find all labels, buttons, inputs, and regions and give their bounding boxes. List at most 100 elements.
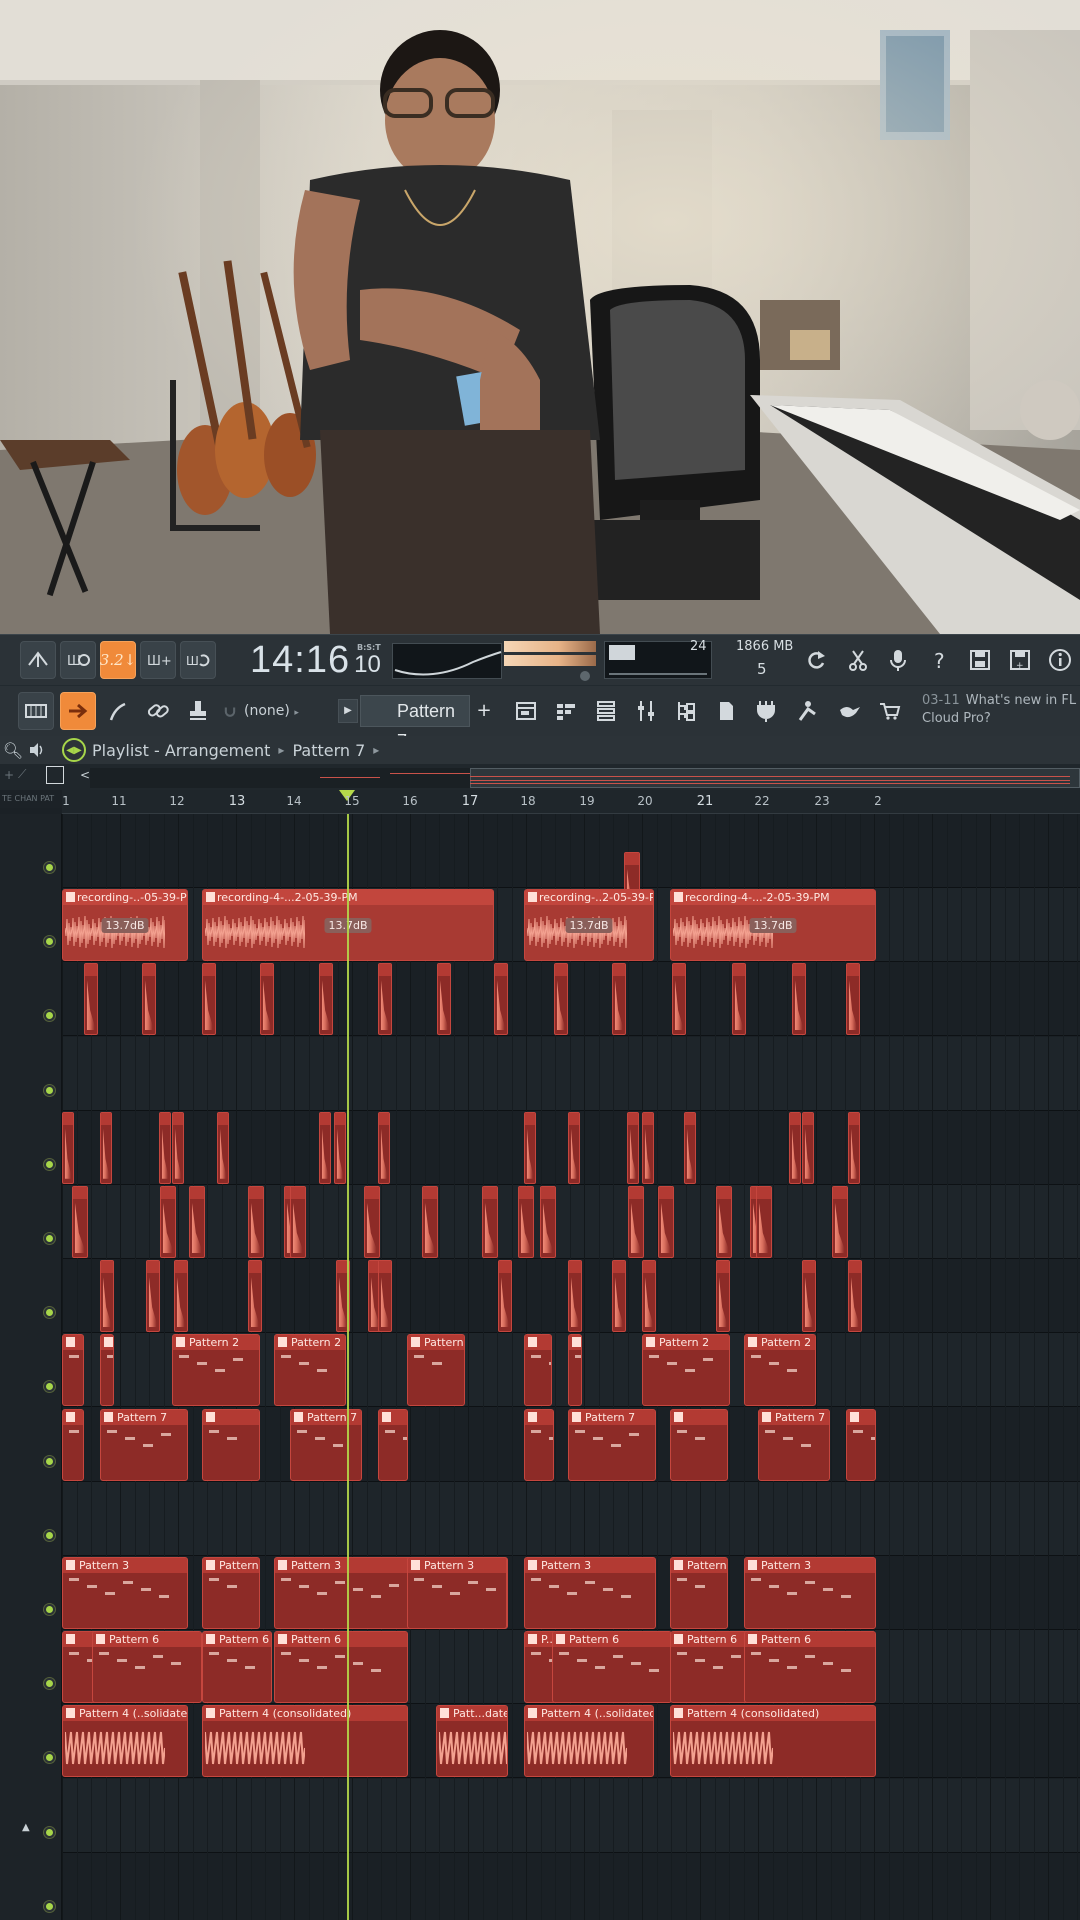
bar-number[interactable]: 1 — [62, 794, 70, 808]
clip-menu-icon[interactable] — [104, 1337, 113, 1348]
sample-clip[interactable] — [248, 1260, 262, 1333]
track-mute-led[interactable] — [44, 1529, 55, 1541]
bar-number[interactable]: 20 — [637, 794, 652, 808]
track-mute-led[interactable] — [44, 1604, 55, 1615]
pattern-clip[interactable]: Pattern 7 — [100, 1408, 188, 1481]
clip-menu-icon[interactable] — [206, 1634, 215, 1645]
sample-clip[interactable] — [334, 1111, 346, 1184]
track-mute-led[interactable] — [44, 1455, 55, 1467]
sample-clip[interactable] — [802, 1111, 814, 1184]
track-mute-led[interactable] — [44, 1084, 55, 1096]
sample-clip[interactable] — [672, 963, 686, 1036]
clip-menu-icon[interactable] — [528, 1634, 537, 1645]
sample-clip[interactable] — [100, 1260, 114, 1333]
sample-clip[interactable] — [642, 1111, 654, 1184]
bar-number[interactable]: 23 — [814, 794, 829, 808]
sample-clip[interactable] — [319, 1111, 331, 1184]
save-as-icon[interactable]: + — [1002, 641, 1038, 679]
clip-menu-icon[interactable] — [528, 1337, 537, 1348]
clip-menu-icon[interactable] — [528, 1708, 537, 1719]
sample-clip[interactable] — [260, 963, 274, 1036]
clip-menu-icon[interactable] — [66, 892, 75, 903]
pattern-clip[interactable]: Pattern 3 — [744, 1557, 876, 1629]
pattern-clip[interactable]: Pattern 6 — [744, 1631, 876, 1704]
sample-clip[interactable] — [498, 1260, 512, 1333]
sample-clip[interactable] — [189, 1186, 205, 1258]
sample-clip[interactable] — [627, 1111, 639, 1184]
clip-menu-icon[interactable] — [572, 1337, 581, 1348]
clip-menu-icon[interactable] — [556, 1634, 565, 1645]
step-edit-icon[interactable]: Ш+ — [140, 641, 176, 679]
piano-roll-icon[interactable] — [46, 766, 64, 784]
pattern-clip[interactable] — [568, 1334, 582, 1407]
pattern-clip[interactable]: Pattern 2 — [407, 1334, 465, 1407]
help-icon[interactable]: ? — [922, 641, 958, 679]
pattern-clip[interactable]: Pattern 6 — [670, 1631, 750, 1704]
clip-menu-icon[interactable] — [674, 1634, 683, 1645]
track-lane[interactable] — [62, 1481, 1080, 1556]
pattern-clip[interactable]: Pattern 4 (consolidated) — [670, 1705, 876, 1778]
track-mute-led[interactable] — [44, 1678, 55, 1690]
pattern-selector[interactable]: Pattern 7 — [360, 695, 470, 751]
clip-menu-icon[interactable] — [176, 1337, 185, 1348]
track-mute-led[interactable] — [44, 1752, 55, 1764]
clip-menu-icon[interactable] — [411, 1337, 420, 1348]
track-mute-led[interactable] — [44, 862, 55, 873]
clip-menu-icon[interactable] — [206, 892, 215, 903]
sample-clip[interactable] — [756, 1186, 772, 1258]
sample-clip[interactable] — [848, 1260, 862, 1333]
clip-menu-icon[interactable] — [748, 1560, 757, 1570]
playlist-play-icon[interactable]: ◀▶ — [62, 738, 86, 762]
sample-clip[interactable] — [248, 1186, 264, 1258]
sample-clip[interactable] — [422, 1186, 438, 1258]
sample-clip[interactable] — [72, 1186, 88, 1258]
sample-clip[interactable] — [378, 963, 392, 1036]
clip-menu-icon[interactable] — [440, 1708, 449, 1719]
bar-number[interactable]: 11 — [111, 794, 126, 808]
audio-clip[interactable]: recording-4-...-2-05-39-PM 13.7dB — [670, 889, 876, 962]
bar-number[interactable]: 19 — [579, 794, 594, 808]
link-icon[interactable] — [140, 692, 176, 730]
clip-menu-icon[interactable] — [104, 1411, 113, 1422]
pattern-clip[interactable] — [100, 1334, 114, 1407]
mixer-icon[interactable] — [628, 692, 664, 730]
clip-menu-icon[interactable] — [748, 1337, 757, 1348]
clip-menu-icon[interactable] — [66, 1634, 75, 1645]
pattern-clip[interactable] — [202, 1408, 260, 1481]
countdown-button[interactable]: 3.2↓ — [100, 641, 136, 679]
zoom-icon[interactable]: 🔍︎ — [2, 739, 24, 761]
track-lane[interactable] — [62, 1778, 1080, 1853]
collapse-arrow-icon[interactable]: < — [80, 768, 90, 782]
sample-clip[interactable] — [832, 1186, 848, 1258]
pattern-clip[interactable] — [524, 1334, 552, 1407]
pattern-clip[interactable] — [524, 1408, 554, 1481]
playlist-window-icon[interactable] — [508, 692, 544, 730]
pattern-clip[interactable] — [62, 1334, 84, 1407]
sample-clip[interactable] — [217, 1111, 229, 1184]
pattern-clip[interactable]: Pattern 3 — [524, 1557, 656, 1629]
clip-menu-icon[interactable] — [850, 1411, 859, 1422]
sample-clip[interactable] — [658, 1186, 674, 1258]
clip-menu-icon[interactable] — [674, 892, 683, 903]
track-mute-led[interactable] — [44, 1158, 55, 1170]
sample-clip[interactable] — [84, 963, 98, 1036]
pattern-clip[interactable]: Pattern 4 (consolidated) — [202, 1705, 408, 1778]
sample-clip[interactable] — [174, 1260, 188, 1333]
clip-menu-icon[interactable] — [748, 1634, 757, 1645]
bar-number[interactable]: 12 — [169, 794, 184, 808]
track-mute-led[interactable] — [44, 1307, 55, 1319]
sample-clip[interactable] — [612, 963, 626, 1036]
sample-clip[interactable] — [848, 1111, 860, 1184]
pattern-clip[interactable]: Pattern 2 — [642, 1334, 730, 1407]
track-mute-led[interactable] — [44, 1233, 55, 1244]
bar-number[interactable]: 16 — [402, 794, 417, 808]
bird-icon[interactable] — [832, 692, 868, 730]
clip-menu-icon[interactable] — [66, 1411, 75, 1422]
channel-rack-icon[interactable] — [548, 692, 584, 730]
sample-clip[interactable] — [612, 1260, 626, 1333]
clip-menu-icon[interactable] — [66, 1708, 75, 1719]
sample-clip[interactable] — [364, 1186, 380, 1258]
clip-menu-icon[interactable] — [674, 1560, 683, 1570]
add-pattern-button[interactable]: + — [474, 698, 494, 724]
clip-menu-icon[interactable] — [206, 1411, 215, 1422]
